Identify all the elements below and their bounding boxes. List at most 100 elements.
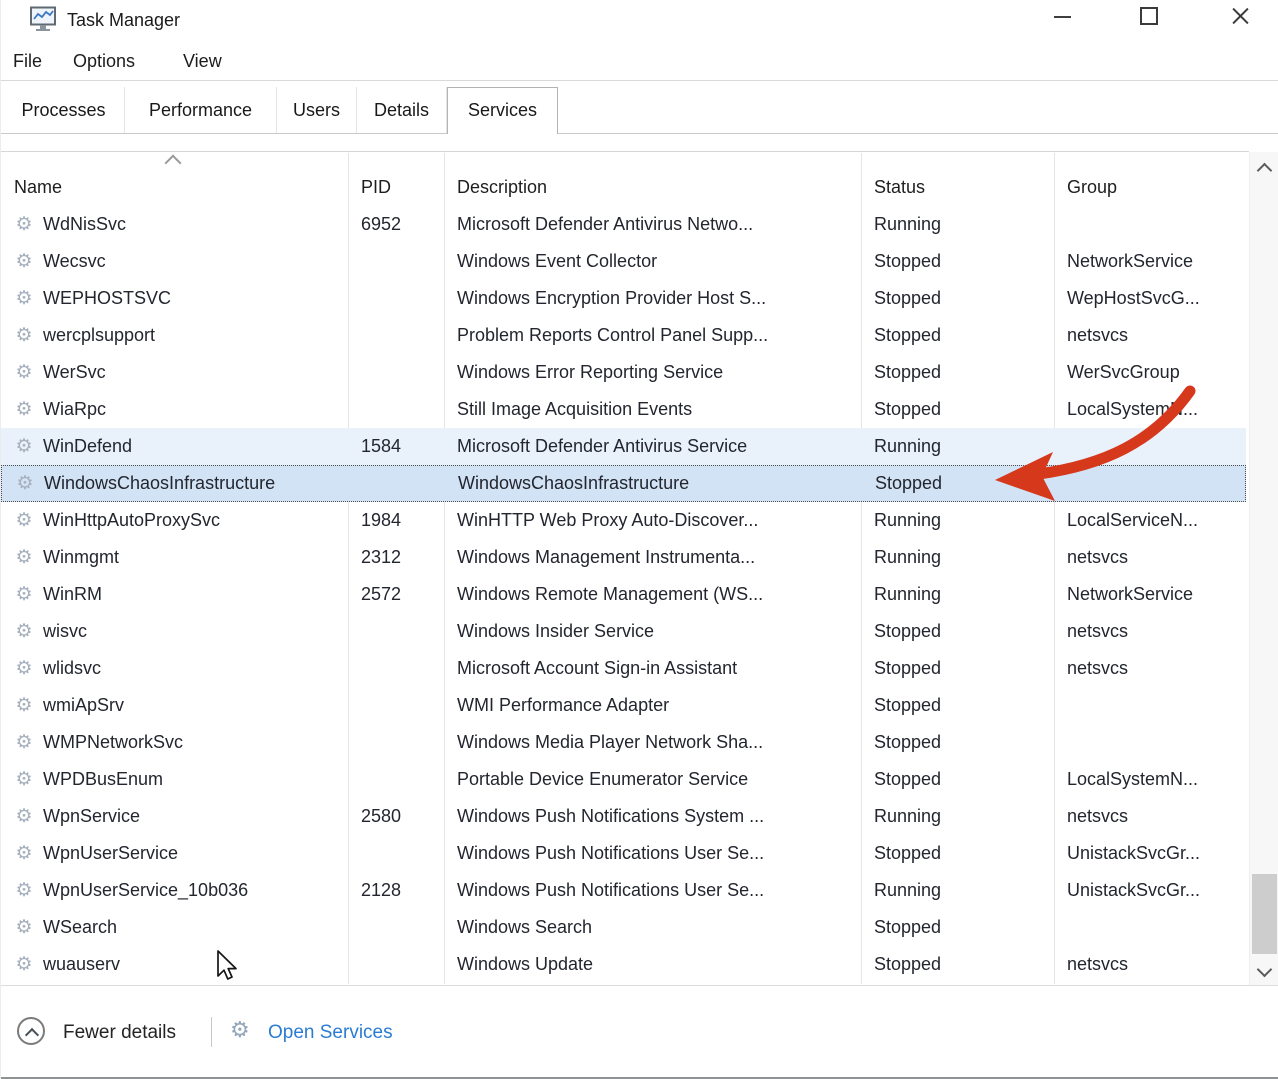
service-name: WinHttpAutoProxySvc xyxy=(43,502,220,539)
chevron-down-icon xyxy=(1257,961,1273,977)
table-row[interactable]: ⚙WiaRpc Still Image Acquisition Events S… xyxy=(1,391,1246,428)
fewer-details-button[interactable] xyxy=(17,1017,45,1045)
table-row[interactable]: ⚙WpnUserService Windows Push Notificatio… xyxy=(1,835,1246,872)
service-group: LocalServiceN... xyxy=(1054,502,1246,539)
service-name: WpnService xyxy=(43,798,140,835)
table-row[interactable]: ⚙wmiApSrv WMI Performance Adapter Stoppe… xyxy=(1,687,1246,724)
tab-services[interactable]: Services xyxy=(447,87,558,134)
column-header-group[interactable]: Group xyxy=(1054,153,1246,206)
table-row[interactable]: ⚙WindowsChaosInfrastructure WindowsChaos… xyxy=(1,465,1246,502)
table-row[interactable]: ⚙WdNisSvc 6952 Microsoft Defender Antivi… xyxy=(1,206,1246,243)
footer-bar: Fewer details ⚙ Open Services xyxy=(1,985,1278,1078)
menu-file[interactable]: File xyxy=(13,45,42,80)
maximize-icon xyxy=(1140,7,1158,25)
table-row[interactable]: ⚙wuauserv Windows Update Stopped netsvcs xyxy=(1,946,1246,983)
service-gear-icon: ⚙ xyxy=(14,844,34,863)
service-name: wisvc xyxy=(43,613,87,650)
fewer-details-label[interactable]: Fewer details xyxy=(63,1022,176,1044)
service-description: WinHTTP Web Proxy Auto-Discover... xyxy=(444,502,861,539)
table-header: Name PID Description Status Group xyxy=(1,153,1246,206)
service-status: Running xyxy=(861,798,1054,835)
task-manager-window: Task Manager File Options View Processes… xyxy=(0,0,1278,1079)
service-group: NetworkService xyxy=(1054,243,1246,280)
service-gear-icon: ⚙ xyxy=(14,918,34,937)
table-row[interactable]: ⚙wisvc Windows Insider Service Stopped n… xyxy=(1,613,1246,650)
service-group: netsvcs xyxy=(1054,613,1246,650)
service-group: UnistackSvcGr... xyxy=(1054,872,1246,909)
service-status: Running xyxy=(861,539,1054,576)
service-gear-icon: ⚙ xyxy=(14,363,34,382)
scroll-up-button[interactable] xyxy=(1250,158,1278,182)
service-status: Stopped xyxy=(861,391,1054,428)
service-group: NetworkService xyxy=(1054,576,1246,613)
service-pid xyxy=(348,687,444,724)
footer-divider xyxy=(211,1017,212,1047)
service-group xyxy=(1054,909,1246,946)
table-row[interactable]: ⚙WpnService 2580 Windows Push Notificati… xyxy=(1,798,1246,835)
table-row[interactable]: ⚙Wecsvc Windows Event Collector Stopped … xyxy=(1,243,1246,280)
table-row[interactable]: ⚙WEPHOSTSVC Windows Encryption Provider … xyxy=(1,280,1246,317)
service-group: netsvcs xyxy=(1054,539,1246,576)
table-row[interactable]: ⚙WPDBusEnum Portable Device Enumerator S… xyxy=(1,761,1246,798)
service-gear-icon: ⚙ xyxy=(14,696,34,715)
service-pid: 2580 xyxy=(348,798,444,835)
service-description: Windows Media Player Network Sha... xyxy=(444,724,861,761)
service-gear-icon: ⚙ xyxy=(14,215,34,234)
service-status: Stopped xyxy=(861,280,1054,317)
table-row[interactable]: ⚙ WMPNetworkSvc Windows Media Player Netw… xyxy=(1,724,1246,761)
open-services-link[interactable]: Open Services xyxy=(268,1022,393,1044)
service-description: Windows Search xyxy=(444,909,861,946)
column-header-status[interactable]: Status xyxy=(861,153,1054,206)
service-name: wmiApSrv xyxy=(43,687,124,724)
service-group: LocalSystemN... xyxy=(1054,761,1246,798)
tab-processes[interactable]: Processes xyxy=(3,87,125,133)
service-group: netsvcs xyxy=(1054,650,1246,687)
service-gear-icon: ⚙ xyxy=(14,733,34,752)
table-row[interactable]: ⚙WinDefend 1584 Microsoft Defender Antiv… xyxy=(1,428,1246,465)
tab-performance[interactable]: Performance xyxy=(125,87,277,133)
close-button[interactable] xyxy=(1217,0,1263,32)
service-description: Windows Insider Service xyxy=(444,613,861,650)
minimize-button[interactable] xyxy=(1039,0,1085,32)
column-header-pid[interactable]: PID xyxy=(348,153,444,206)
service-group xyxy=(1054,687,1246,724)
service-status: Stopped xyxy=(861,946,1054,983)
service-description: Problem Reports Control Panel Supp... xyxy=(444,317,861,354)
tab-users[interactable]: Users xyxy=(277,87,357,133)
table-row[interactable]: ⚙WinHttpAutoProxySvc 1984 WinHTTP Web Pr… xyxy=(1,502,1246,539)
service-group: WepHostSvcG... xyxy=(1054,280,1246,317)
service-pid xyxy=(348,761,444,798)
scrollbar-thumb[interactable] xyxy=(1252,874,1277,954)
service-name: wuauserv xyxy=(43,946,120,983)
menu-view[interactable]: View xyxy=(183,45,222,80)
chevron-up-icon xyxy=(1257,162,1273,178)
table-row[interactable]: ⚙WpnUserService_10b036 2128 Windows Push… xyxy=(1,872,1246,909)
scroll-down-button[interactable] xyxy=(1250,957,1278,981)
service-name: WinDefend xyxy=(43,428,132,465)
service-name: WerSvc xyxy=(43,354,106,391)
service-description: Windows Management Instrumenta... xyxy=(444,539,861,576)
service-pid xyxy=(348,650,444,687)
menu-bar: File Options View xyxy=(1,45,1278,81)
service-status: Stopped xyxy=(861,354,1054,391)
maximize-button[interactable] xyxy=(1125,0,1171,32)
service-gear-icon: ⚙ xyxy=(14,548,34,567)
service-name: WPDBusEnum xyxy=(43,761,163,798)
service-description: Portable Device Enumerator Service xyxy=(444,761,861,798)
table-row[interactable]: ⚙wercplsupport Problem Reports Control P… xyxy=(1,317,1246,354)
table-row[interactable]: ⚙WerSvc Windows Error Reporting Service … xyxy=(1,354,1246,391)
table-row[interactable]: ⚙Winmgmt 2312 Windows Management Instrum… xyxy=(1,539,1246,576)
service-name: WMPNetworkSvc xyxy=(43,724,183,761)
service-gear-icon: ⚙ xyxy=(14,622,34,641)
service-description: Windows Error Reporting Service xyxy=(444,354,861,391)
column-header-description[interactable]: Description xyxy=(444,153,861,206)
tab-details[interactable]: Details xyxy=(357,87,447,133)
vertical-scrollbar[interactable] xyxy=(1249,152,1278,985)
task-manager-app-icon xyxy=(29,6,57,32)
table-row[interactable]: ⚙WinRM 2572 Windows Remote Management (W… xyxy=(1,576,1246,613)
table-row[interactable]: ⚙WSearch Windows Search Stopped xyxy=(1,909,1246,946)
menu-options[interactable]: Options xyxy=(73,45,135,80)
service-pid: 2312 xyxy=(348,539,444,576)
service-gear-icon: ⚙ xyxy=(14,289,34,308)
table-row[interactable]: ⚙wlidsvc Microsoft Account Sign-in Assis… xyxy=(1,650,1246,687)
